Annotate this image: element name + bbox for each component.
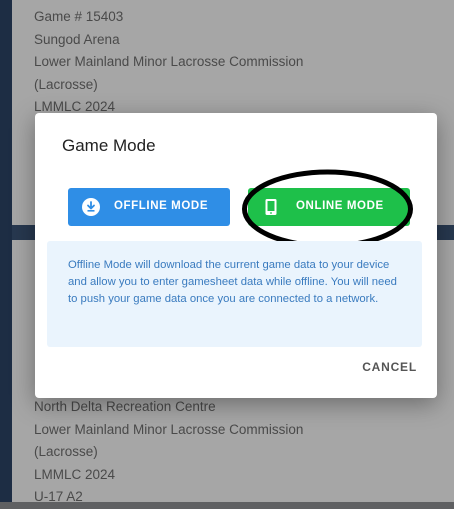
offline-mode-label: OFFLINE MODE	[114, 200, 209, 212]
league-name: Lower Mainland Minor Lacrosse Commission	[34, 421, 304, 437]
arena-name: North Delta Recreation Centre	[34, 399, 216, 414]
game-card-details: North Delta Recreation Centre Lower Main…	[34, 396, 303, 509]
info-box: Offline Mode will download the current g…	[47, 241, 422, 347]
dialog-title: Game Mode	[62, 136, 156, 155]
division-name: U-17 A2	[34, 489, 83, 504]
cancel-button[interactable]: CANCEL	[362, 360, 417, 374]
sidebar-strip	[0, 0, 12, 502]
offline-mode-button[interactable]: OFFLINE MODE	[68, 188, 230, 226]
game-card-details: Game # 15403 Sungod Arena Lower Mainland…	[34, 6, 303, 119]
game-number: Game # 15403	[34, 9, 124, 24]
arena-name: Sungod Arena	[34, 31, 120, 47]
download-circle-icon	[82, 198, 100, 216]
online-mode-button[interactable]: ONLINE MODE	[248, 188, 410, 226]
league-name: Lower Mainland Minor Lacrosse Commission	[34, 54, 304, 69]
sport-name: (Lacrosse)	[34, 444, 98, 459]
game-mode-dialog: Game Mode OFFLINE MODE ONLINE MODE Offli…	[35, 113, 437, 398]
tablet-icon	[265, 199, 277, 215]
season-name: LMMLC 2024	[34, 466, 116, 482]
online-mode-label: ONLINE MODE	[296, 200, 384, 212]
offline-mode-description: Offline Mode will download the current g…	[68, 259, 397, 305]
sport-name: (Lacrosse)	[34, 76, 98, 92]
